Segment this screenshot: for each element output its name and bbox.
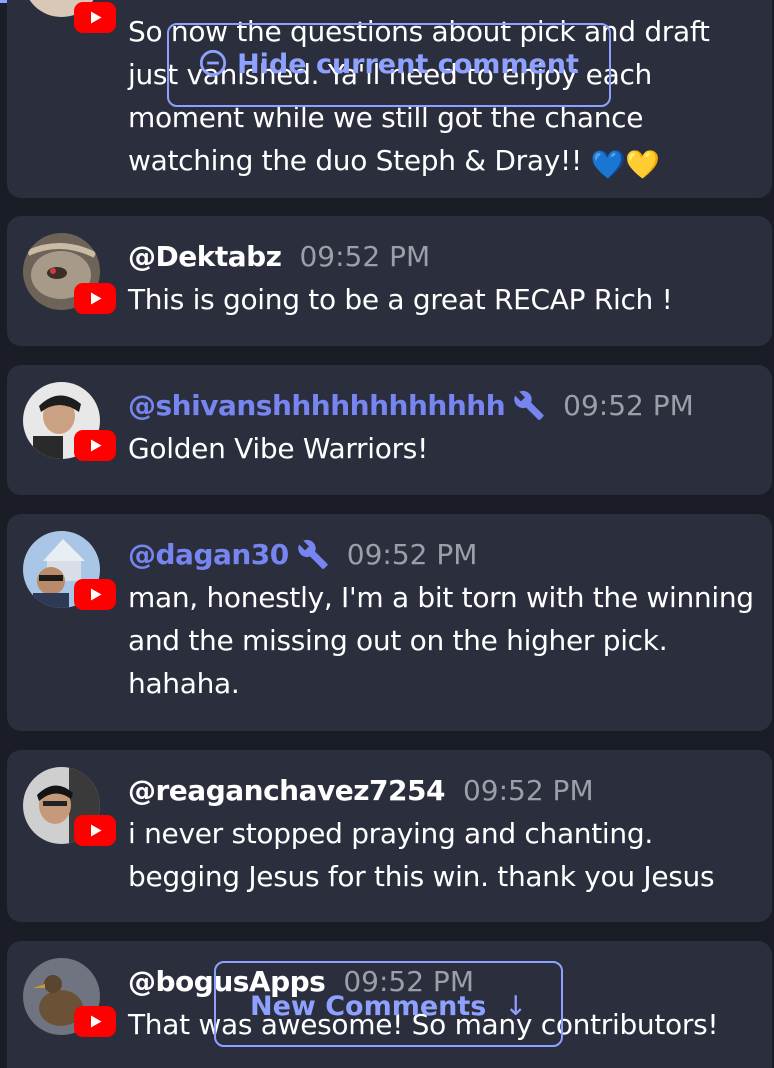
- comment-header: @reaganchavez7254 09:52 PM: [128, 768, 758, 812]
- new-comments-label: New Comments: [249, 991, 487, 1022]
- wrench-icon: [298, 539, 328, 570]
- youtube-icon: [74, 815, 116, 846]
- timestamp: 09:52 PM: [346, 537, 478, 571]
- hide-comment-label: Hide current comment: [237, 49, 579, 80]
- hide-comment-button[interactable]: Hide current comment: [167, 23, 611, 107]
- comment-text: This is going to be a great RECAP Rich !: [128, 283, 673, 316]
- comment-body: @dagan30 09:52 PM man, honestly, I'm a b…: [128, 532, 758, 705]
- youtube-icon: [74, 430, 116, 461]
- comment-text: man, honestly, I'm a bit torn with the w…: [128, 581, 754, 700]
- author-name[interactable]: @dagan30: [128, 538, 289, 571]
- arrow-down-icon: ↓: [504, 991, 528, 1022]
- youtube-icon: [74, 283, 116, 314]
- comment-header: @dagan30 09:52 PM: [128, 532, 758, 576]
- comment-header: @Dektabz 09:52 PM: [128, 234, 758, 278]
- comment-body: @shivanshhhhhhhhhhhh 09:52 PM Golden Vib…: [128, 383, 758, 470]
- comment-card: @dagan30 09:52 PM man, honestly, I'm a b…: [7, 514, 772, 731]
- heart-emoji: 💙💛: [590, 148, 660, 181]
- author-name[interactable]: @shivanshhhhhhhhhhhh: [128, 389, 506, 422]
- timestamp: 09:52 PM: [299, 239, 431, 273]
- timestamp: 09:52 PM: [462, 773, 594, 807]
- youtube-icon: [74, 2, 116, 33]
- comment-body: @reaganchavez7254 09:52 PM i never stopp…: [128, 768, 758, 898]
- youtube-icon: [74, 1006, 116, 1037]
- wrench-icon: [514, 390, 544, 421]
- timestamp: 09:52 PM: [563, 388, 694, 422]
- comment-feed[interactable]: So now the questions about pick and draf…: [0, 0, 774, 1068]
- comment-header: @shivanshhhhhhhhhhhh 09:52 PM: [128, 383, 758, 427]
- author-name[interactable]: @Dektabz: [128, 240, 282, 273]
- comment-card: @shivanshhhhhhhhhhhh 09:52 PM Golden Vib…: [7, 365, 772, 495]
- comment-card: @reaganchavez7254 09:52 PM i never stopp…: [7, 750, 772, 922]
- new-comments-button[interactable]: New Comments ↓: [214, 961, 563, 1047]
- comment-text: i never stopped praying and chanting. be…: [128, 817, 715, 893]
- minus-circle-icon: [199, 49, 227, 77]
- comment-text: Golden Vibe Warriors!: [128, 432, 428, 465]
- youtube-icon: [74, 579, 116, 610]
- comment-card: @Dektabz 09:52 PM This is going to be a …: [7, 216, 772, 346]
- comment-body: @Dektabz 09:52 PM This is going to be a …: [128, 234, 758, 321]
- author-name[interactable]: @reaganchavez7254: [128, 774, 445, 807]
